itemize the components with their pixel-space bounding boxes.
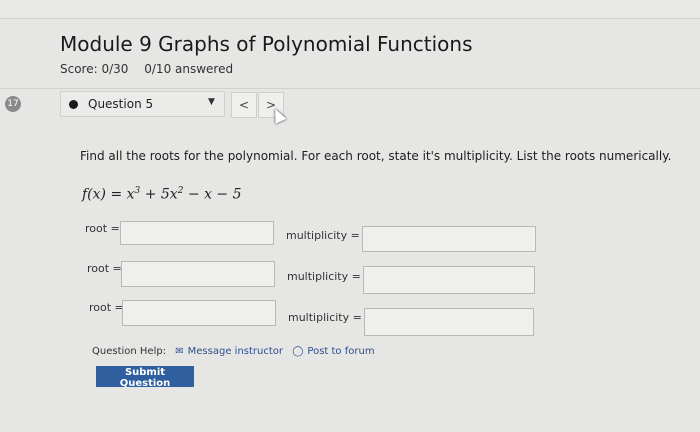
- chevron-down-icon: ▼: [208, 97, 215, 107]
- question-selector[interactable]: Question 5 ▼: [60, 91, 225, 117]
- root-input-2[interactable]: [121, 261, 275, 287]
- root-input-3[interactable]: [122, 300, 276, 326]
- answered-text: 0/10 answered: [144, 62, 234, 76]
- question-help: Question Help: ✉ Message instructor ◯ Post…: [92, 346, 375, 357]
- root-input-1[interactable]: [120, 221, 274, 245]
- root-label-3: root =: [89, 301, 124, 314]
- question-selector-label: Question 5: [88, 97, 154, 111]
- submit-question-button[interactable]: Submit Question: [96, 366, 194, 389]
- polynomial-formula: f(x) = x3 + 5x2 − x − 5: [82, 186, 242, 203]
- prev-question-button[interactable]: <: [231, 92, 257, 118]
- question-number-badge: 17: [5, 96, 21, 112]
- question-help-label: Question Help:: [92, 346, 167, 357]
- multiplicity-label-1: multiplicity =: [286, 229, 360, 242]
- formula-rest: − x − 5: [183, 186, 242, 203]
- divider: [0, 88, 700, 89]
- formula-term-2: + 5x: [140, 186, 178, 203]
- formula-lhs: f(x) = x: [82, 186, 135, 203]
- status-dot-icon: [69, 100, 78, 109]
- root-label-1: root =: [85, 222, 120, 235]
- score-text: Score: 0/30: [60, 62, 129, 76]
- multiplicity-input-1[interactable]: [362, 226, 536, 252]
- multiplicity-input-2[interactable]: [363, 266, 535, 294]
- score-line: Score: 0/30 0/10 answered: [60, 62, 245, 76]
- page-title: Module 9 Graphs of Polynomial Functions: [60, 32, 473, 56]
- message-instructor-link[interactable]: ✉ Message instructor: [175, 346, 283, 357]
- question-prompt: Find all the roots for the polynomial. F…: [80, 149, 672, 163]
- multiplicity-label-3: multiplicity =: [288, 311, 362, 324]
- message-instructor-text: Message instructor: [187, 346, 284, 357]
- multiplicity-label-2: multiplicity =: [287, 270, 361, 283]
- multiplicity-input-3[interactable]: [364, 308, 534, 336]
- root-label-2: root =: [87, 262, 122, 275]
- post-to-forum-text: Post to forum: [307, 346, 375, 357]
- post-to-forum-link[interactable]: ◯ Post to forum: [292, 346, 374, 357]
- envelope-icon: ✉: [175, 346, 184, 357]
- top-strip: [0, 0, 700, 19]
- speech-bubble-icon: ◯: [292, 346, 304, 357]
